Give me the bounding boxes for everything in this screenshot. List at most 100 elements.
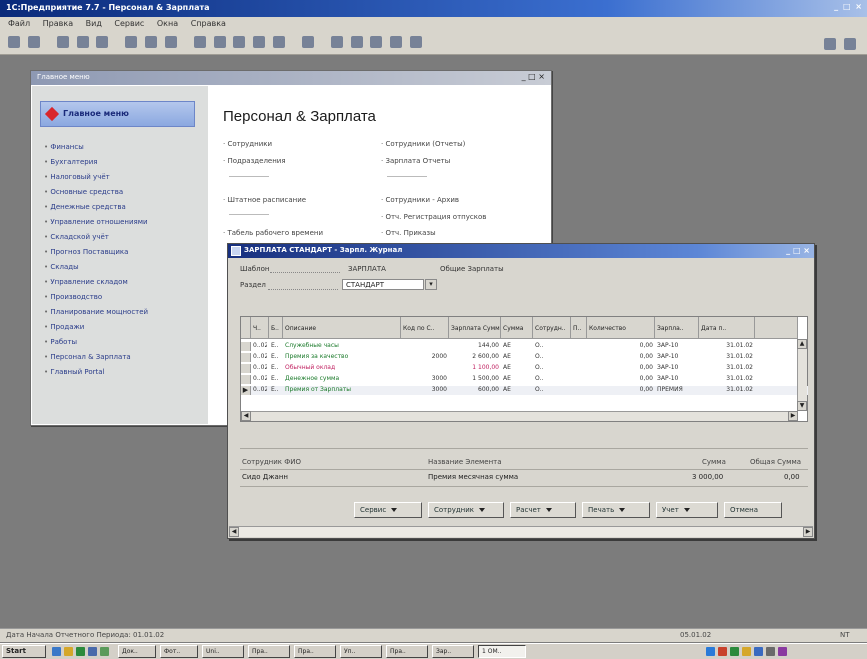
tray-icon[interactable] (742, 647, 751, 656)
quicklaunch-icon[interactable] (100, 647, 109, 656)
scroll-left-icon[interactable]: ◀ (229, 527, 239, 537)
accounting-button[interactable]: Учет (656, 502, 718, 518)
menu-windows[interactable]: Окна (157, 19, 178, 28)
menu-file[interactable]: Файл (8, 19, 30, 28)
new-icon[interactable] (8, 36, 20, 48)
link-payroll-reports[interactable]: Зарплата Отчеты (381, 157, 450, 165)
cancel-button[interactable]: Отмена (724, 502, 782, 518)
col-header[interactable]: Зарпла.. (655, 317, 699, 339)
filter-down-icon[interactable] (410, 36, 423, 48)
calculate-button[interactable]: Расчет (510, 502, 576, 518)
row-header[interactable] (241, 342, 251, 351)
row-pointer-icon[interactable]: ▶ (241, 386, 251, 395)
sidebar-item-sales[interactable]: Продажи (44, 323, 84, 331)
sidebar-item-supplier[interactable]: Прогноз Поставщика (44, 248, 128, 256)
sum-icon[interactable] (145, 36, 157, 48)
sidebar-item-crm[interactable]: Управление отношениями (44, 218, 147, 226)
col-header[interactable]: Количество (587, 317, 655, 339)
tray-icon[interactable] (718, 647, 727, 656)
grid-horizontal-scrollbar[interactable]: ◀ ▶ (241, 411, 798, 421)
link-staff-schedule[interactable]: Штатное расписание (223, 196, 306, 204)
quicklaunch-icon[interactable] (76, 647, 85, 656)
col-header[interactable]: П.. (571, 317, 587, 339)
home-button[interactable]: Главное меню (40, 101, 195, 127)
col-header[interactable]: Дата п.. (699, 317, 755, 339)
task-button[interactable]: Пра.. (386, 645, 428, 658)
sidebar-item-production[interactable]: Производство (44, 293, 102, 301)
sidebar-item-warehouse[interactable]: Складской учёт (44, 233, 109, 241)
row-header[interactable] (241, 353, 251, 362)
scroll-up-icon[interactable]: ▲ (797, 339, 807, 349)
sidebar-item-works[interactable]: Работы (44, 338, 77, 346)
row-header[interactable] (241, 375, 251, 384)
grid-vertical-scrollbar[interactable]: ▲ ▼ (797, 339, 807, 411)
speaker-icon[interactable] (844, 38, 856, 50)
sidebar-item-cash[interactable]: Денежные средства (44, 203, 125, 211)
sidebar-item-finance[interactable]: Финансы (44, 143, 83, 151)
service-button[interactable]: Сервис (354, 502, 422, 518)
employee-button[interactable]: Сотрудник (428, 502, 504, 518)
main-menu-window-controls[interactable]: _ □ × (522, 72, 545, 81)
start-button[interactable]: Start (2, 645, 46, 658)
filter-icon[interactable] (164, 36, 177, 48)
tray-icon[interactable] (730, 647, 739, 656)
col-header[interactable]: Ч.. (251, 317, 269, 339)
task-button[interactable]: Пра.. (294, 645, 336, 658)
copy-icon[interactable] (76, 36, 89, 48)
task-button[interactable]: Зар.. (432, 645, 474, 658)
link-timesheet[interactable]: Табель рабочего времени (223, 229, 323, 237)
menu-edit[interactable]: Правка (43, 19, 73, 28)
sidebar-item-stock-mgmt[interactable]: Управление складом (44, 278, 127, 286)
link-orders[interactable]: Отч. Приказы (381, 229, 435, 237)
col-header[interactable]: Код по С.. (401, 317, 449, 339)
task-button[interactable]: Пра.. (248, 645, 290, 658)
task-button[interactable]: Uni.. (202, 645, 244, 658)
link-employees[interactable]: Сотрудники (223, 140, 272, 148)
scroll-right-icon[interactable]: ▶ (788, 411, 798, 421)
app-window-controls[interactable]: _ □ × (834, 2, 863, 11)
col-header[interactable]: Сумма (501, 317, 533, 339)
task-button[interactable]: Уп.. (340, 645, 382, 658)
task-button-active[interactable]: 1 ОМ.. (478, 645, 526, 658)
prev-record-icon[interactable] (350, 36, 363, 48)
sidebar-item-assets[interactable]: Основные средства (44, 188, 123, 196)
link-employee-archive[interactable]: Сотрудники - Архив (381, 196, 459, 204)
section-field[interactable]: СТАНДАРТ (342, 279, 424, 290)
paste-icon[interactable] (96, 36, 109, 48)
tree-icon[interactable] (253, 36, 266, 48)
play-icon[interactable] (824, 38, 836, 50)
section-dropdown-button[interactable]: ▾ (425, 279, 437, 290)
menu-service[interactable]: Сервис (114, 19, 144, 28)
link-employee-reports[interactable]: Сотрудники (Отчеты) (381, 140, 465, 148)
find-icon[interactable] (193, 36, 206, 48)
link-vacation-report[interactable]: Отч. Регистрация отпусков (381, 213, 486, 221)
list-icon[interactable] (233, 36, 246, 48)
journal-scrollbar[interactable]: ◀ ▶ (229, 526, 813, 537)
col-header[interactable]: Б.. (269, 317, 283, 339)
quicklaunch-icon[interactable] (88, 647, 97, 656)
last-record-icon[interactable] (390, 36, 403, 48)
next-record-icon[interactable] (370, 36, 383, 48)
tray-icon[interactable] (706, 647, 715, 656)
table-icon[interactable] (273, 36, 286, 48)
quicklaunch-icon[interactable] (64, 647, 73, 656)
grid-icon[interactable] (213, 36, 226, 48)
sidebar-item-portal[interactable]: Главный Portal (44, 368, 104, 376)
sidebar-item-tax[interactable]: Налоговый учёт (44, 173, 109, 181)
sidebar-item-stores[interactable]: Склады (44, 263, 78, 271)
sidebar-item-payroll[interactable]: Персонал & Зарплата (44, 353, 130, 361)
task-button[interactable]: Фот.. (160, 645, 198, 658)
col-header[interactable]: Сотрудн.. (533, 317, 571, 339)
sidebar-item-accounting[interactable]: Бухгалтерия (44, 158, 97, 166)
task-button[interactable]: Док.. (118, 645, 156, 658)
print-button[interactable]: Печать (582, 502, 650, 518)
journal-window-controls[interactable]: _ □ × (786, 246, 810, 255)
menu-help[interactable]: Справка (191, 19, 226, 28)
menu-view[interactable]: Вид (86, 19, 102, 28)
tray-icon[interactable] (766, 647, 775, 656)
link-departments[interactable]: Подразделения (223, 157, 285, 165)
scroll-right-icon[interactable]: ▶ (803, 527, 813, 537)
cut-icon[interactable] (56, 36, 69, 48)
scroll-down-icon[interactable]: ▼ (797, 401, 807, 411)
undo-icon[interactable] (125, 36, 138, 48)
